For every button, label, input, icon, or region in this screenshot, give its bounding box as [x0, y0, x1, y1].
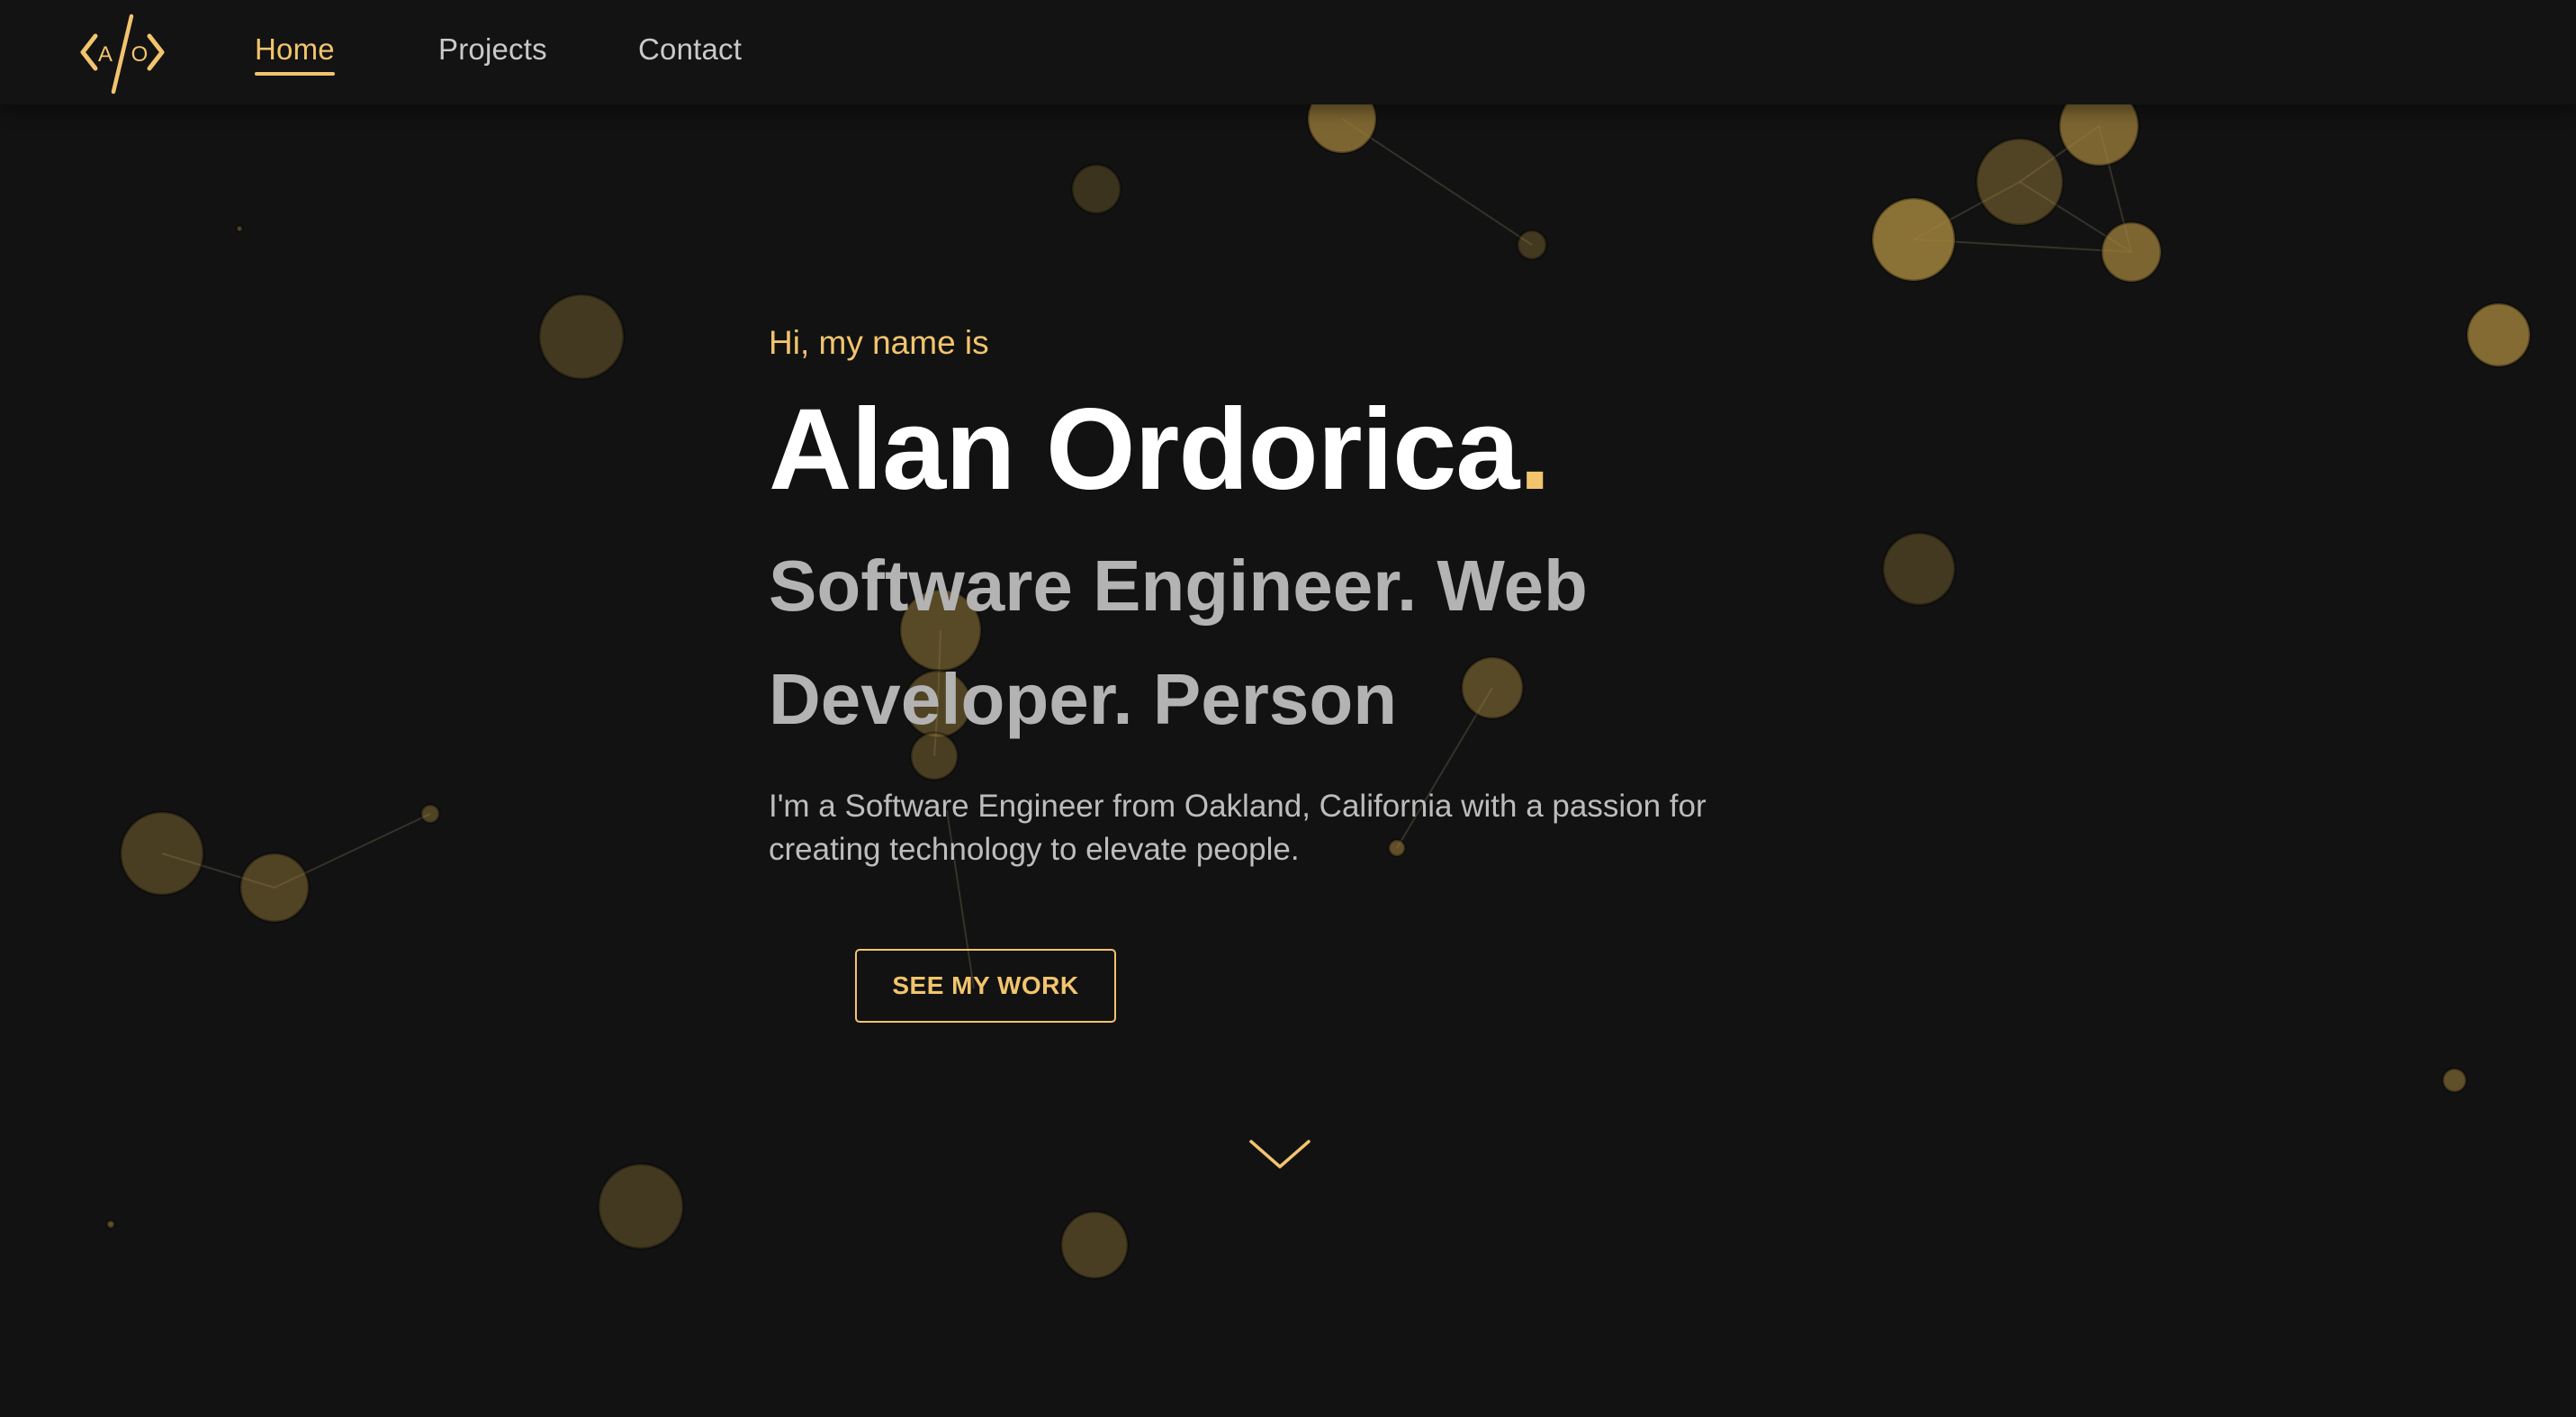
particle-dot [1516, 229, 1548, 261]
particle-dot [2465, 302, 2532, 368]
code-brackets-logo-icon[interactable]: A O [77, 9, 167, 95]
chevron-down-icon[interactable] [1247, 1136, 1312, 1172]
nav-link-projects[interactable]: Projects [438, 32, 547, 67]
particle-dot [239, 852, 311, 924]
hero-tagline: Software Engineer. Web Developer. Person [769, 546, 1588, 739]
particle-dot [1059, 1210, 1130, 1280]
see-my-work-button[interactable]: SEE MY WORK [855, 949, 1116, 1023]
particle-dot [2100, 221, 2163, 284]
particle-dot [235, 224, 244, 233]
hero-name-heading: Alan Ordorica. [769, 393, 1849, 508]
hero-name-dot: . [1518, 385, 1551, 514]
particle-dot [597, 1162, 685, 1250]
hero-greeting: Hi, my name is [769, 324, 989, 361]
nav-link-contact[interactable]: Contact [638, 32, 742, 67]
particle-dot [537, 293, 626, 381]
particle-dot [1870, 196, 1957, 283]
nav-link-home-label: Home [255, 32, 335, 66]
nav-link-contact-label: Contact [638, 32, 743, 66]
particle-dot [419, 803, 441, 825]
svg-text:A: A [98, 42, 113, 67]
hero-bio: I'm a Software Engineer from Oakland, Ca… [769, 789, 1707, 867]
particle-dot [1070, 163, 1122, 215]
particle-dot [119, 810, 205, 897]
particle-dot [1881, 531, 1957, 607]
hero-page: A O Home Projects Contact Hi, my name is… [0, 0, 2576, 1417]
particle-dot [105, 1219, 116, 1230]
hero-section: Hi, my name is Alan Ordorica. Software E… [769, 324, 1849, 871]
hero-name: Alan Ordorica [769, 385, 1519, 514]
nav-link-home[interactable]: Home [255, 32, 335, 76]
top-navbar: A O Home Projects Contact [0, 0, 2576, 104]
nav-active-underline [255, 72, 335, 76]
particle-dot [2441, 1067, 2468, 1094]
nav-link-projects-label: Projects [438, 32, 547, 66]
particle-dot [1975, 137, 2065, 227]
svg-text:O: O [131, 42, 149, 67]
